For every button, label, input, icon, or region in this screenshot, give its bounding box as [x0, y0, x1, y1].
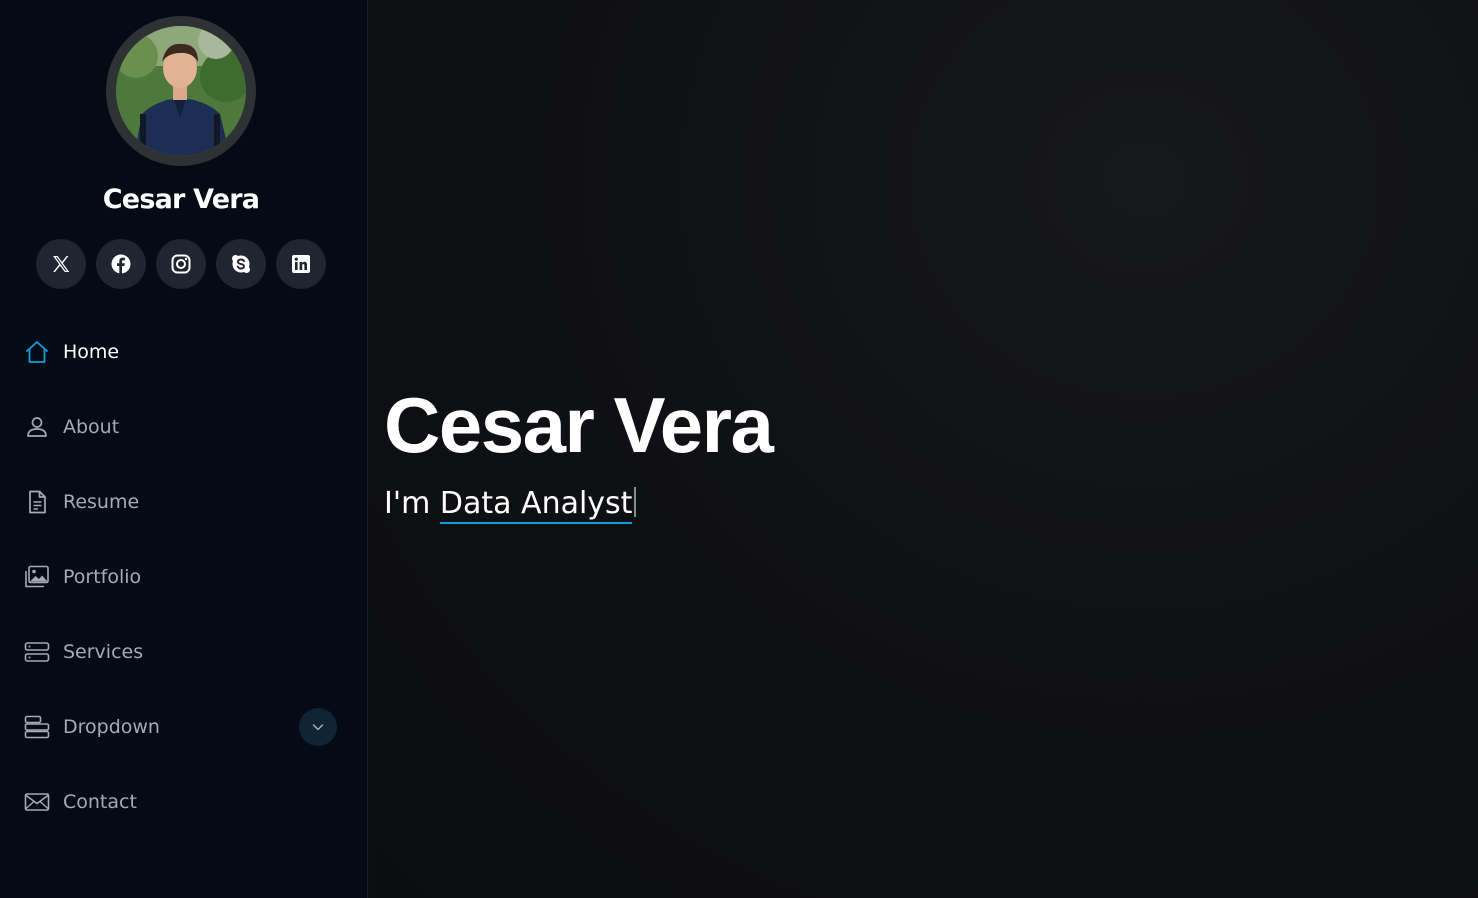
images-icon — [24, 564, 50, 590]
nav-label-dropdown: Dropdown — [63, 715, 160, 738]
skype-link[interactable] — [216, 239, 266, 289]
hero-prefix: I'm — [384, 486, 431, 521]
hero-title: Cesar Vera — [384, 381, 774, 469]
linkedin-icon — [292, 255, 310, 273]
facebook-icon — [111, 254, 131, 274]
nav-item-dropdown[interactable]: Dropdown — [0, 689, 368, 764]
nav-label-about: About — [63, 415, 120, 438]
profile-name: Cesar Vera — [102, 184, 260, 215]
nav-label-portfolio: Portfolio — [63, 565, 142, 588]
home-icon — [24, 339, 50, 365]
sidebar: Cesar Vera Home About Resume Portfolio S… — [0, 0, 368, 898]
nav-item-resume[interactable]: Resume — [0, 464, 368, 539]
dropdown-toggle[interactable] — [299, 708, 337, 746]
document-icon — [24, 489, 50, 515]
typing-cursor — [634, 487, 637, 517]
nav-label-services: Services — [63, 640, 144, 663]
instagram-link[interactable] — [156, 239, 206, 289]
person-icon — [24, 414, 50, 440]
nav-label-home: Home — [63, 340, 120, 363]
main-nav: Home About Resume Portfolio Services Dro… — [0, 314, 368, 839]
facebook-link[interactable] — [96, 239, 146, 289]
nav-item-portfolio[interactable]: Portfolio — [0, 539, 368, 614]
menu-icon — [24, 714, 50, 740]
skype-icon — [232, 255, 250, 273]
nav-item-services[interactable]: Services — [0, 614, 368, 689]
hero-subtitle: I'm Data Analyst — [384, 484, 637, 524]
server-icon — [24, 639, 50, 665]
x-twitter-icon — [53, 256, 70, 272]
nav-item-about[interactable]: About — [0, 389, 368, 464]
nav-item-contact[interactable]: Contact — [0, 764, 368, 839]
profile-photo — [116, 26, 246, 156]
envelope-icon — [24, 789, 50, 815]
nav-label-contact: Contact — [63, 790, 137, 813]
typed-text: Data Analyst — [439, 486, 633, 524]
twitter-link[interactable] — [36, 239, 86, 289]
hero-section: Cesar Vera I'm Data Analyst — [369, 0, 1478, 898]
nav-label-resume: Resume — [63, 490, 140, 513]
avatar — [106, 16, 256, 166]
instagram-icon — [171, 254, 191, 274]
nav-item-home[interactable]: Home — [0, 314, 368, 389]
social-links — [36, 239, 326, 289]
linkedin-link[interactable] — [276, 239, 326, 289]
chevron-down-icon — [312, 724, 324, 731]
